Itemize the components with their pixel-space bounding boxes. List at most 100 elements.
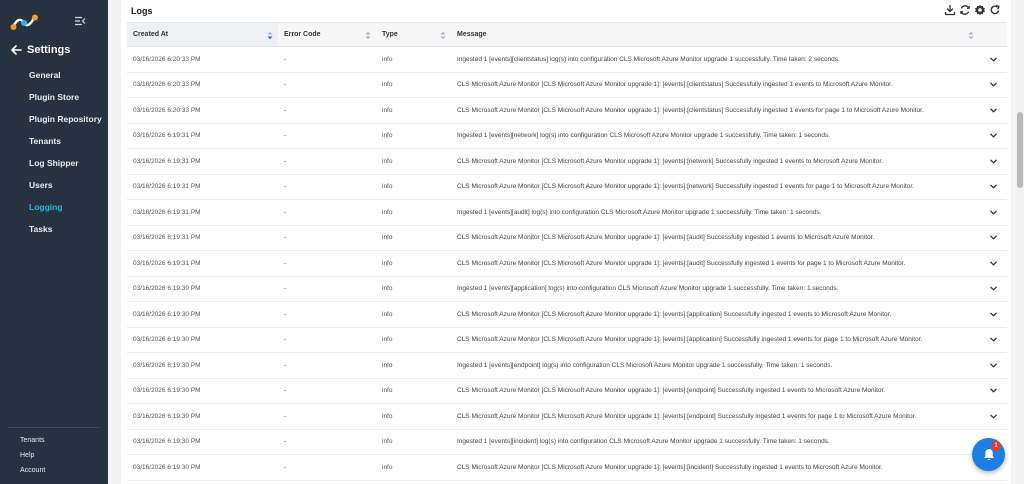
chevron-down-icon[interactable] <box>989 412 998 421</box>
refresh-icon[interactable] <box>989 4 1001 16</box>
column-label: Created At <box>133 31 169 38</box>
table-row[interactable]: 03/16/2026 6:19:31 PM - info CLS Microsoft … <box>127 149 1007 175</box>
chevron-down-icon[interactable] <box>989 386 998 395</box>
column-type[interactable]: Type <box>376 23 451 47</box>
expand-row-button[interactable] <box>979 47 1007 73</box>
download-icon[interactable] <box>944 4 956 16</box>
table-row[interactable]: 03/16/2026 6:19:30 PM - info CLS Microsoft … <box>127 302 1007 328</box>
sort-icon[interactable] <box>365 31 371 40</box>
page-scrollbar-track[interactable] <box>1016 0 1024 484</box>
expand-row-button[interactable] <box>979 72 1007 98</box>
footer-link-account[interactable]: Account <box>0 463 108 478</box>
cell-created-at: 03/16/2026 6:19:31 PM <box>133 183 201 191</box>
chevron-down-icon[interactable] <box>989 310 998 319</box>
table-row[interactable]: 03/16/2026 6:19:30 PM - info Ingested 1 [ev… <box>127 276 1007 302</box>
table-row[interactable]: 03/16/2026 6:19:30 PM - info CLS Microsoft … <box>127 404 1007 430</box>
table-row[interactable]: 03/16/2026 6:19:30 PM - info CLS Microsoft … <box>127 327 1007 353</box>
cell-created-at: 03/16/2026 6:19:30 PM <box>133 387 201 395</box>
expand-row-button[interactable] <box>979 378 1007 404</box>
cell-type: info <box>382 361 393 369</box>
page-scrollbar-thumb[interactable] <box>1017 112 1023 188</box>
sidebar-item-general[interactable]: General <box>0 64 108 86</box>
cell-message: Ingested 1 [events][incident] log(s) int… <box>457 438 830 446</box>
back-arrow-icon[interactable] <box>10 44 22 56</box>
sidebar-item-tenants[interactable]: Tenants <box>0 130 108 152</box>
chevron-down-icon[interactable] <box>989 182 998 191</box>
cell-type: info <box>382 259 393 267</box>
logs-table-body: 03/16/2026 6:20:33 PM - info Ingested 1 [ev… <box>127 47 1007 480</box>
cell-type: info <box>382 310 393 318</box>
chevron-down-icon[interactable] <box>989 233 998 242</box>
expand-row-button[interactable] <box>979 327 1007 353</box>
notification-count-badge: 1 <box>991 441 1001 451</box>
expand-row-button[interactable] <box>979 123 1007 149</box>
cell-error-code: - <box>284 106 287 114</box>
sort-active-icon[interactable] <box>267 31 273 40</box>
cell-message: CLS Microsoft Azure Monitor [CLS Microso… <box>457 310 892 318</box>
expand-row-button[interactable] <box>979 225 1007 251</box>
expand-row-button[interactable] <box>979 98 1007 124</box>
column-created-at[interactable]: Created At <box>127 22 278 47</box>
sync-icon[interactable] <box>959 4 971 16</box>
expand-row-button[interactable] <box>979 276 1007 302</box>
expand-row-button[interactable] <box>979 251 1007 277</box>
cell-type: info <box>382 132 393 140</box>
chevron-down-icon[interactable] <box>989 361 998 370</box>
table-row[interactable]: 03/16/2026 6:19:31 PM - info CLS Microsoft … <box>127 174 1007 200</box>
chevron-down-icon[interactable] <box>989 259 998 268</box>
chevron-down-icon[interactable] <box>989 208 998 217</box>
table-row[interactable]: 03/16/2026 6:20:33 PM - info Ingested 1 [ev… <box>127 47 1007 73</box>
chevron-down-icon[interactable] <box>989 106 998 115</box>
expand-row-button[interactable] <box>979 200 1007 226</box>
footer-link-help[interactable]: Help <box>0 448 108 463</box>
sidebar-item-logging[interactable]: Logging <box>0 196 108 218</box>
table-row[interactable]: 03/16/2026 6:19:30 PM - info Ingested 1 [ev… <box>127 429 1007 455</box>
footer-link-tenants[interactable]: Tenants <box>0 433 108 448</box>
settings-icon[interactable] <box>974 4 986 16</box>
column-expand <box>979 23 1007 47</box>
chevron-down-icon[interactable] <box>989 131 998 140</box>
sidebar-item-plugin-store[interactable]: Plugin Store <box>0 86 108 108</box>
sidebar-item-log-shipper[interactable]: Log Shipper <box>0 152 108 174</box>
cell-error-code: - <box>284 183 287 191</box>
chevron-down-icon[interactable] <box>989 157 998 166</box>
expand-row-button[interactable] <box>979 174 1007 200</box>
sidebar-item-tasks[interactable]: Tasks <box>0 218 108 240</box>
chevron-down-icon[interactable] <box>989 335 998 344</box>
notifications-button[interactable]: 1 <box>972 438 1005 471</box>
sort-icon[interactable] <box>440 31 446 40</box>
table-row[interactable]: 03/16/2026 6:19:30 PM - info CLS Microsoft … <box>127 455 1007 480</box>
cell-error-code: - <box>284 157 287 165</box>
chevron-down-icon[interactable] <box>989 80 998 89</box>
cell-error-code: - <box>284 463 287 471</box>
cell-type: info <box>382 81 393 89</box>
sidebar-item-plugin-repository[interactable]: Plugin Repository <box>0 108 108 130</box>
sidebar-item-users[interactable]: Users <box>0 174 108 196</box>
cell-error-code: - <box>284 208 287 216</box>
expand-row-button[interactable] <box>979 302 1007 328</box>
cell-error-code: - <box>284 361 287 369</box>
column-error-code[interactable]: Error Code <box>278 23 376 47</box>
table-row[interactable]: 03/16/2026 6:20:33 PM - info CLS Microsoft … <box>127 98 1007 124</box>
cell-message: CLS Microsoft Azure Monitor [CLS Microso… <box>457 387 886 395</box>
expand-row-button[interactable] <box>979 404 1007 430</box>
brand-logo[interactable] <box>10 12 40 32</box>
table-row[interactable]: 03/16/2026 6:19:31 PM - info CLS Microsoft … <box>127 251 1007 277</box>
table-row[interactable]: 03/16/2026 6:19:31 PM - info CLS Microsoft … <box>127 225 1007 251</box>
table-row[interactable]: 03/16/2026 6:20:33 PM - info CLS Microsoft … <box>127 72 1007 98</box>
settings-nav: General Plugin Store Plugin Repository T… <box>0 64 108 240</box>
chevron-down-icon[interactable] <box>989 55 998 64</box>
sidebar-footer: Tenants Help Account <box>0 433 108 478</box>
expand-row-button[interactable] <box>979 353 1007 379</box>
sort-icon[interactable] <box>968 31 974 40</box>
table-row[interactable]: 03/16/2026 6:19:31 PM - info Ingested 1 [ev… <box>127 123 1007 149</box>
table-row[interactable]: 03/16/2026 6:19:30 PM - info Ingested 1 [ev… <box>127 353 1007 379</box>
table-row[interactable]: 03/16/2026 6:19:30 PM - info CLS Microsoft … <box>127 378 1007 404</box>
expand-row-button[interactable] <box>979 149 1007 175</box>
collapse-menu-icon[interactable] <box>74 15 86 27</box>
chevron-down-icon[interactable] <box>989 284 998 293</box>
table-row[interactable]: 03/16/2026 6:19:31 PM - info Ingested 1 [ev… <box>127 200 1007 226</box>
cell-message: CLS Microsoft Azure Monitor [CLS Microso… <box>457 157 883 165</box>
cell-created-at: 03/16/2026 6:20:33 PM <box>133 81 201 89</box>
column-message[interactable]: Message <box>451 23 979 47</box>
